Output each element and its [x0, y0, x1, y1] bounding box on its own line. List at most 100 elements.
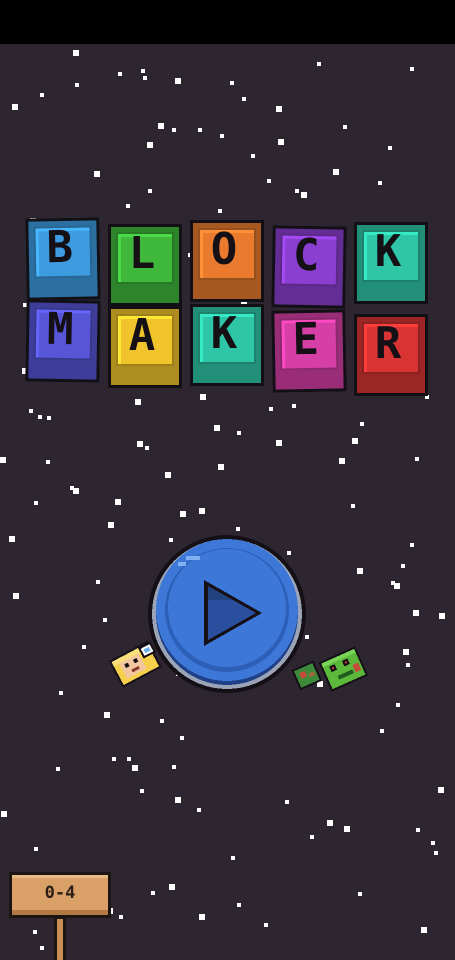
star — [145, 446, 149, 450]
star — [380, 729, 384, 733]
star — [410, 543, 414, 547]
starfield-background — [0, 0, 455, 960]
star — [1, 811, 7, 817]
star — [197, 808, 201, 812]
star — [200, 394, 206, 400]
star — [94, 171, 100, 177]
star — [237, 903, 241, 907]
star — [343, 125, 347, 129]
star — [151, 891, 155, 895]
star — [403, 649, 409, 655]
star — [12, 104, 18, 110]
star — [276, 106, 282, 112]
star — [278, 139, 284, 145]
title-letter: E — [292, 313, 320, 366]
star — [264, 923, 268, 927]
star — [147, 142, 153, 148]
star — [180, 736, 184, 740]
star — [47, 416, 51, 420]
star — [56, 767, 60, 771]
star — [401, 564, 405, 568]
star — [378, 181, 382, 185]
title-tile-3: O — [190, 220, 264, 302]
star — [59, 691, 63, 695]
star — [231, 856, 235, 860]
star — [118, 72, 122, 76]
star — [358, 892, 362, 896]
star — [352, 438, 358, 444]
title-letter: A — [128, 310, 156, 361]
title-tile-6: M — [25, 299, 101, 383]
star — [413, 610, 419, 616]
star — [396, 703, 400, 707]
star — [301, 192, 307, 198]
star — [295, 189, 299, 193]
star — [421, 927, 427, 933]
star — [34, 501, 38, 505]
title-letter: M — [46, 303, 74, 356]
title-letter: L — [128, 228, 156, 279]
level-label: 0-4 — [44, 883, 76, 903]
star — [158, 123, 164, 129]
star — [38, 415, 42, 419]
star — [434, 851, 438, 855]
title-tile-7: A — [108, 306, 182, 388]
star — [115, 499, 121, 505]
title-tile-10: R — [354, 314, 428, 396]
star — [112, 757, 116, 761]
star — [388, 146, 392, 150]
star — [103, 618, 107, 622]
star — [137, 441, 143, 447]
star — [292, 404, 296, 408]
star — [29, 409, 33, 413]
star — [199, 914, 205, 920]
star — [237, 431, 241, 435]
play-button[interactable] — [146, 530, 308, 694]
star — [73, 50, 79, 56]
star — [199, 508, 205, 514]
star — [214, 425, 220, 431]
star — [40, 93, 44, 97]
star — [160, 719, 164, 723]
star — [119, 915, 123, 919]
star — [140, 789, 144, 793]
star — [218, 464, 224, 470]
star — [333, 169, 339, 175]
title-tile-1: B — [25, 217, 101, 301]
title-tile-9: E — [271, 309, 347, 393]
star — [406, 663, 410, 667]
star — [285, 800, 289, 804]
title-letter: B — [46, 221, 74, 274]
star — [175, 797, 181, 803]
star — [127, 757, 131, 761]
star — [360, 422, 364, 426]
level-sign[interactable]: 0-4 — [9, 872, 111, 960]
title-letter: K — [210, 308, 238, 359]
star — [0, 457, 6, 463]
star — [132, 765, 138, 771]
title-tile-8: K — [190, 304, 264, 386]
star — [317, 62, 321, 66]
star — [172, 765, 176, 769]
star — [143, 76, 147, 80]
star — [357, 568, 363, 574]
title-tile-2: L — [108, 224, 182, 306]
star — [327, 820, 333, 826]
star — [70, 486, 74, 490]
star — [439, 613, 445, 619]
star — [148, 189, 152, 193]
title-letter: C — [292, 229, 320, 282]
title-tile-4: C — [271, 225, 347, 309]
star — [180, 511, 186, 517]
star — [438, 787, 444, 793]
star — [339, 458, 345, 464]
star — [82, 645, 86, 649]
star — [172, 128, 176, 132]
star — [175, 78, 181, 84]
title-letter: O — [210, 224, 238, 275]
star — [135, 399, 141, 405]
star — [46, 460, 50, 464]
star — [416, 828, 420, 832]
star — [108, 522, 114, 528]
star — [165, 472, 171, 478]
